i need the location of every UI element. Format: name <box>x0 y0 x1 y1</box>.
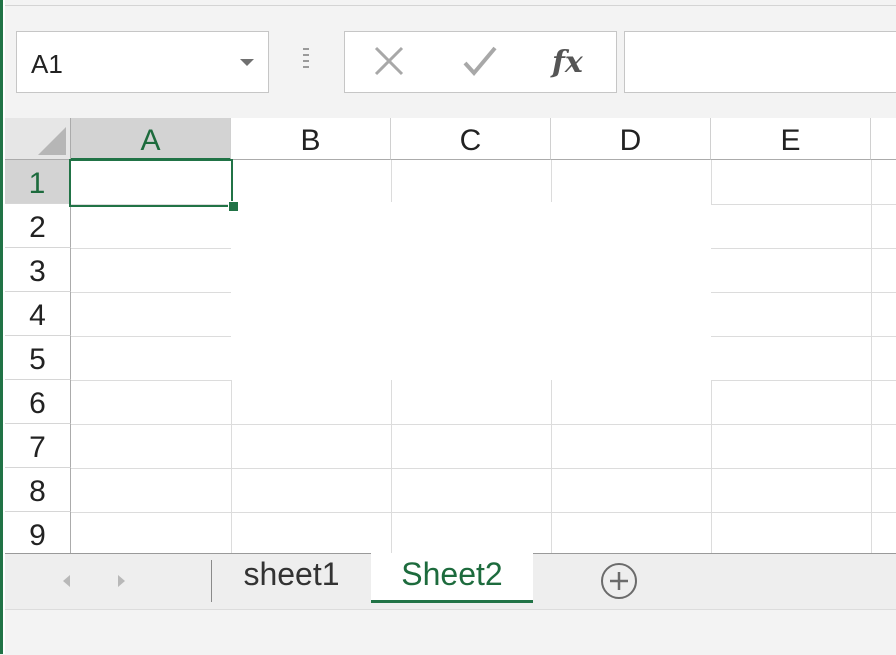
column-header-b[interactable]: B <box>231 118 391 160</box>
add-sheet-icon[interactable] <box>600 562 638 600</box>
chevron-down-icon[interactable] <box>240 59 254 66</box>
worksheet-grid: A B C D E 1 2 3 4 5 6 7 8 9 <box>5 118 896 553</box>
check-icon[interactable] <box>458 42 502 82</box>
column-header-e[interactable]: E <box>711 118 871 160</box>
formula-input[interactable] <box>624 31 896 93</box>
scroll-right-icon[interactable] <box>118 575 125 587</box>
cancel-icon[interactable] <box>367 42 411 82</box>
row-header-3[interactable]: 3 <box>5 248 71 292</box>
sheet-tab-bar: sheet1 Sheet2 <box>5 553 896 609</box>
row-header-6[interactable]: 6 <box>5 380 71 424</box>
sheet-tab-sheet2[interactable]: Sheet2 <box>371 553 533 603</box>
insert-function-icon[interactable]: fx <box>547 42 591 82</box>
name-box[interactable]: A1 <box>16 31 269 93</box>
name-box-value: A1 <box>31 49 63 79</box>
column-header-c[interactable]: C <box>391 118 551 160</box>
svg-text:fx: fx <box>550 45 584 80</box>
row-header-4[interactable]: 4 <box>5 292 71 336</box>
row-header-1[interactable]: 1 <box>5 160 71 204</box>
row-header-5[interactable]: 5 <box>5 336 71 380</box>
row-header-2[interactable]: 2 <box>5 204 71 248</box>
scroll-left-icon[interactable] <box>63 575 70 587</box>
row-header-9[interactable]: 9 <box>5 512 71 553</box>
status-bar <box>5 609 896 655</box>
row-header-7[interactable]: 7 <box>5 424 71 468</box>
select-all-button[interactable] <box>5 118 71 160</box>
active-cell-a1[interactable] <box>69 159 233 207</box>
fill-handle[interactable] <box>228 201 239 212</box>
formula-bar-resize-handle[interactable] <box>302 48 310 76</box>
sheet-tab-sheet1[interactable]: sheet1 <box>212 553 372 603</box>
column-header-f[interactable] <box>871 118 896 160</box>
formula-buttons: fx <box>344 31 617 93</box>
column-header-d[interactable]: D <box>551 118 711 160</box>
row-header-8[interactable]: 8 <box>5 468 71 512</box>
ribbon-divider <box>5 5 896 6</box>
column-header-a[interactable]: A <box>71 118 231 160</box>
